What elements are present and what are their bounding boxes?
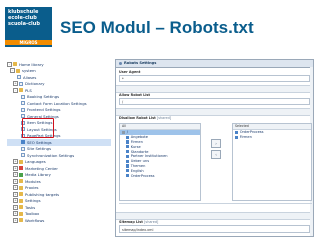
brand-logo: klubschule ecole-club scuola-club MIGROS: [5, 7, 52, 47]
panel-header: Robots Settings: [116, 60, 313, 68]
section-divider: [116, 85, 313, 93]
folder-icon: [19, 198, 23, 203]
expand-icon[interactable]: +: [13, 185, 18, 191]
page-icon: [126, 173, 130, 178]
page-icon: [21, 153, 25, 158]
expand-icon[interactable]: +: [13, 204, 18, 210]
page-icon: [21, 101, 25, 106]
page-icon: [19, 81, 23, 86]
page-icon: [235, 130, 239, 134]
page-icon: [126, 149, 130, 154]
sitemap-list-field[interactable]: sitemap/index.xml: [119, 225, 310, 233]
folder-icon: [19, 192, 23, 197]
page-icon: [21, 107, 25, 112]
folder-icon: [19, 88, 23, 93]
folder-icon: [19, 159, 23, 164]
page-icon: [126, 159, 130, 163]
expand-icon[interactable]: +: [13, 172, 18, 178]
sitemap-label-text: Sitemap List: [119, 220, 143, 224]
page-icon: [21, 146, 25, 151]
seo-settings-highlight-box: [22, 118, 54, 138]
selected-items-list[interactable]: Selected OrderProcess Firmen: [232, 123, 312, 201]
add-arrow-button[interactable]: ›: [211, 139, 221, 148]
disallow-robot-list-label: Disallow Robot List [shared]: [116, 116, 313, 121]
robots-settings-panel: Robots Settings User Agent * Allow Robot…: [115, 59, 314, 237]
page-icon: [126, 164, 130, 168]
page-icon: [126, 140, 130, 144]
page-icon: [126, 169, 130, 173]
available-items-list[interactable]: All / Angebote Firmen Kurse Standorte Pa…: [119, 123, 201, 201]
expand-icon[interactable]: +: [13, 217, 18, 223]
expand-icon[interactable]: +: [13, 211, 18, 217]
sitemap-shared-tag: [shared]: [144, 220, 159, 224]
marketing-icon: [19, 166, 23, 171]
expand-icon[interactable]: +: [13, 191, 18, 197]
root-icon: [122, 130, 126, 134]
expand-icon[interactable]: +: [13, 178, 18, 184]
folder-icon: [19, 211, 23, 216]
allow-robot-list-field[interactable]: /: [119, 98, 310, 105]
disallow-shared-tag: [shared]: [156, 116, 172, 120]
page-icon: [235, 135, 239, 139]
section-divider: [116, 108, 313, 116]
folder-icon: [19, 179, 23, 184]
folder-icon: [16, 68, 20, 73]
page-icon: [126, 135, 130, 139]
folder-icon: [19, 185, 23, 190]
logo-tagline: MIGROS: [5, 40, 52, 45]
expand-icon[interactable]: –: [13, 87, 18, 93]
expand-icon[interactable]: +: [13, 198, 18, 204]
media-icon: [19, 172, 23, 177]
treelist-footer: [119, 203, 312, 210]
folder-icon: [13, 62, 17, 67]
disallow-treelist: All / Angebote Firmen Kurse Standorte Pa…: [119, 123, 312, 218]
move-buttons: › ‹: [211, 139, 221, 161]
page-icon: [17, 75, 21, 80]
panel-header-title: Robots Settings: [124, 61, 157, 65]
remove-arrow-button[interactable]: ‹: [211, 150, 221, 159]
settings-item-icon: [21, 140, 25, 145]
page-icon: [126, 145, 130, 149]
list-item[interactable]: OrderProcess: [120, 173, 200, 178]
content-tree: – Home library – system Aliases + Dictionar…: [7, 61, 111, 224]
page-icon: [126, 154, 130, 158]
expand-icon[interactable]: +: [13, 81, 18, 87]
page-icon: [21, 94, 25, 99]
logo-line-3: scuola-club: [8, 21, 40, 27]
user-agent-field[interactable]: *: [119, 75, 310, 82]
slide-title: SEO Modul – Robots.txt: [60, 18, 254, 37]
list-item[interactable]: Firmen: [233, 135, 311, 140]
expand-icon[interactable]: –: [7, 61, 12, 67]
gear-icon: [119, 62, 122, 65]
disallow-label-text: Disallow Robot List: [119, 116, 156, 120]
expand-icon[interactable]: +: [13, 165, 18, 171]
folder-icon: [19, 205, 23, 210]
folder-icon: [19, 218, 23, 223]
expand-icon[interactable]: –: [10, 68, 15, 74]
tree-item-workflows[interactable]: + Workflows: [7, 217, 111, 224]
expand-icon[interactable]: +: [13, 159, 18, 165]
